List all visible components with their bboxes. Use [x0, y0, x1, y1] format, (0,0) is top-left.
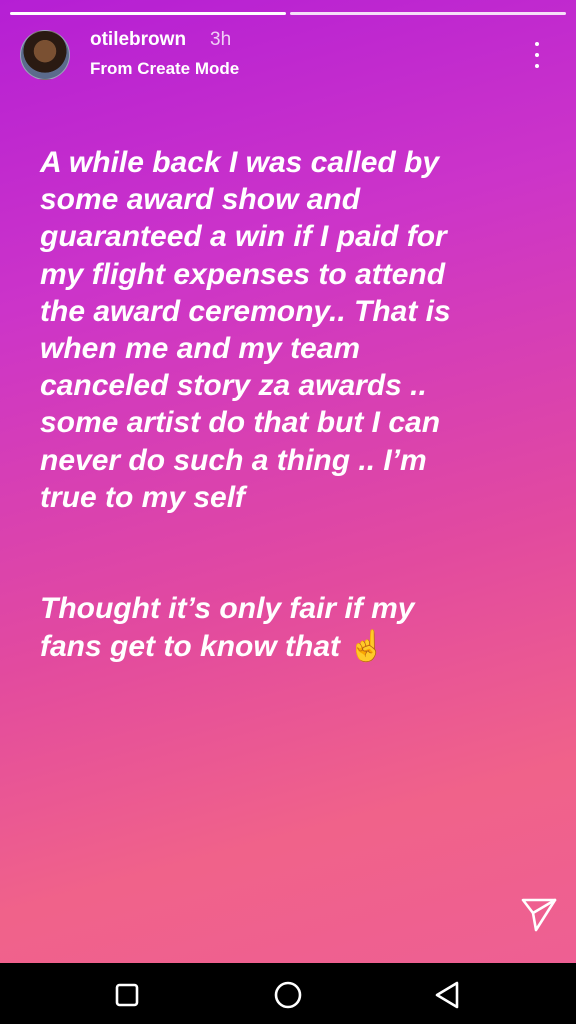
story-text-lines: A while back I was called by some award …: [40, 146, 451, 626]
avatar[interactable]: [20, 30, 70, 80]
pointing-up-emoji-icon: ☝: [348, 629, 386, 663]
progress-segment-2: [290, 12, 566, 15]
more-options-icon[interactable]: [527, 40, 547, 70]
story-text-last-line: fans get to know that: [40, 629, 349, 663]
story-text: A while back I was called by some award …: [40, 144, 540, 665]
story-subtitle: From Create Mode: [90, 59, 240, 78]
home-icon[interactable]: [266, 973, 310, 1017]
back-icon[interactable]: [426, 973, 470, 1017]
recents-icon[interactable]: [105, 973, 149, 1017]
progress-segment-1: [10, 12, 286, 15]
story-viewer[interactable]: otilebrown 3h From Create Mode A while b…: [0, 0, 576, 963]
post-time: 3h: [210, 29, 232, 50]
username[interactable]: otilebrown: [90, 29, 186, 51]
system-navigation-bar: [0, 963, 576, 1024]
send-icon[interactable]: [519, 893, 559, 933]
